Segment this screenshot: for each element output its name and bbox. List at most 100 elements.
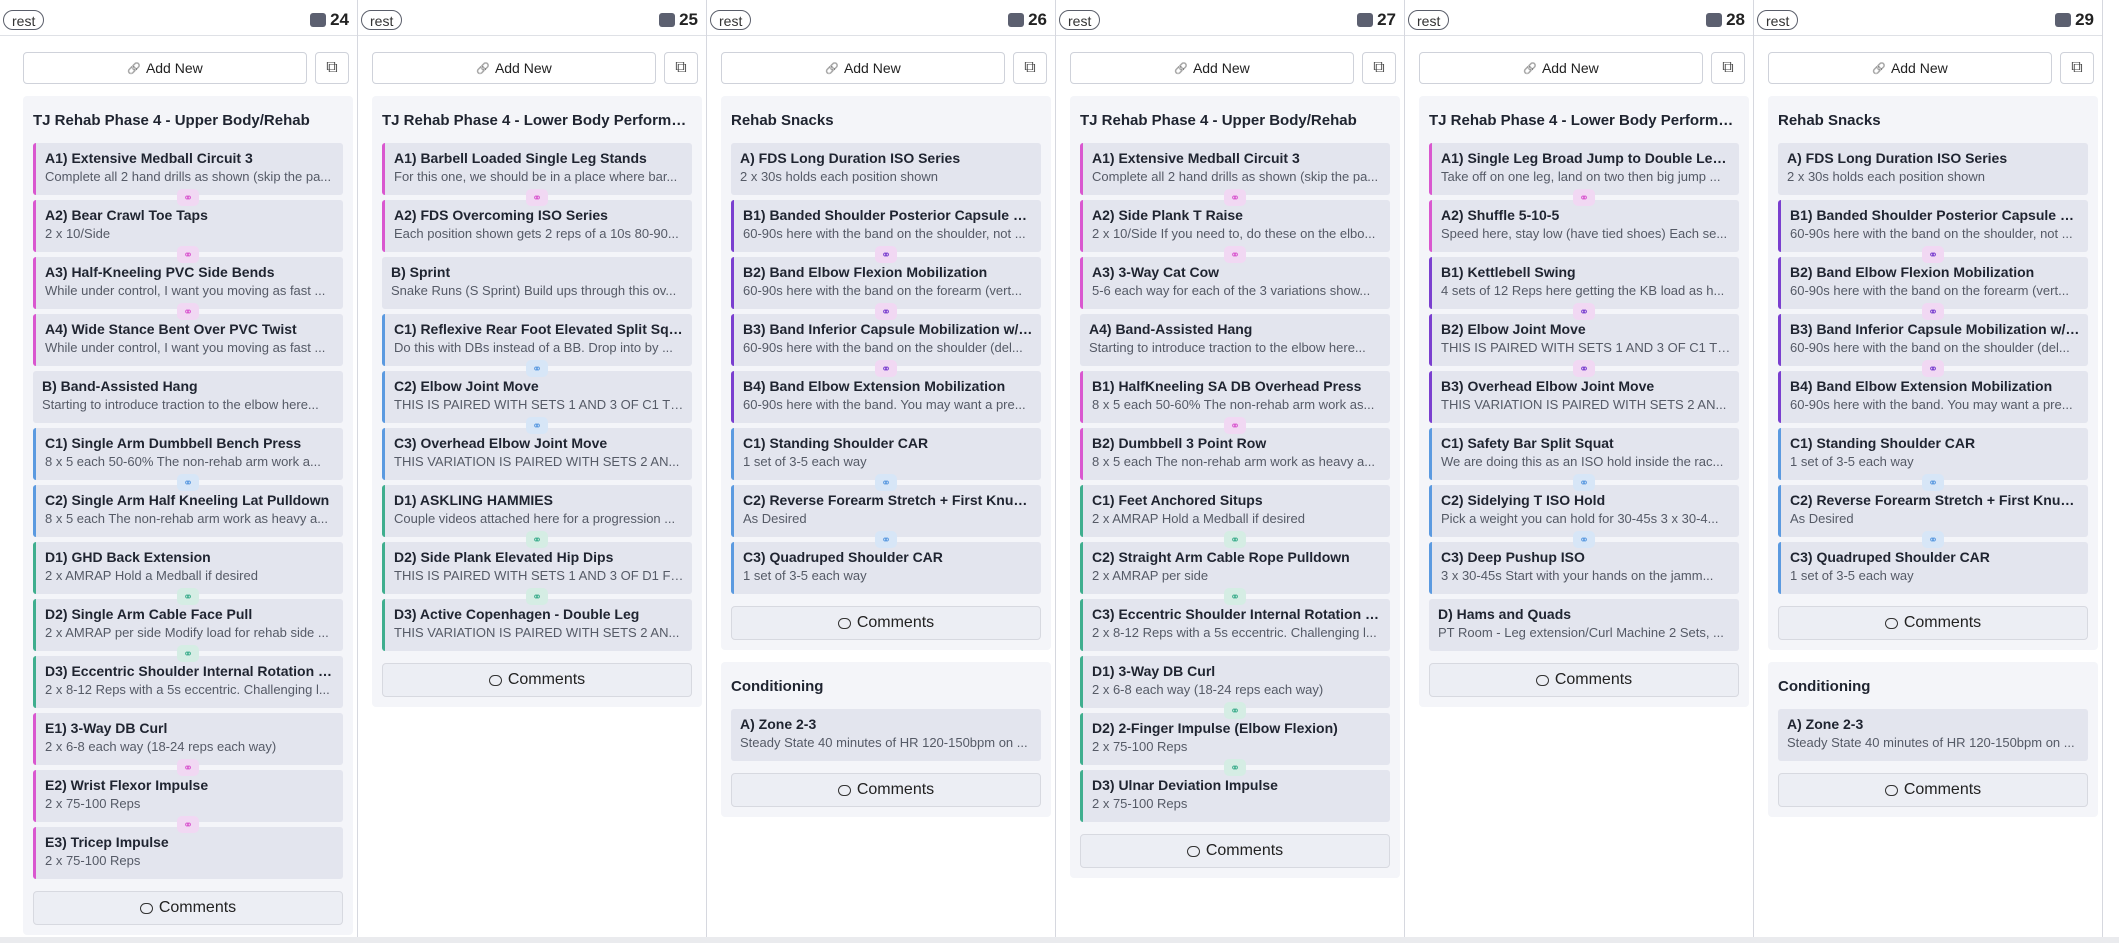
exercise-card[interactable]: A2) Shuffle 5-10-5 Speed here, stay low (… bbox=[1429, 200, 1739, 252]
superset-link-icon[interactable]: ⚭ bbox=[177, 645, 199, 662]
exercise-card[interactable]: C1) Safety Bar Split Squat We are doing t… bbox=[1429, 428, 1739, 480]
exercise-card[interactable]: C2) Sidelying T ISO Hold Pick a weight yo… bbox=[1429, 485, 1739, 537]
rest-tag[interactable]: rest bbox=[1059, 10, 1101, 30]
superset-link-icon[interactable]: ⚭ bbox=[1224, 189, 1246, 206]
superset-link-icon[interactable]: ⚭ bbox=[1224, 759, 1246, 776]
exercise-card[interactable]: C3) Quadruped Shoulder CAR 1 set of 3-5 e… bbox=[731, 542, 1041, 594]
rest-tag[interactable]: rest bbox=[1408, 10, 1450, 30]
superset-link-icon[interactable]: ⚭ bbox=[1224, 702, 1246, 719]
exercise-card[interactable]: B4) Band Elbow Extension Mobilization 60-… bbox=[731, 371, 1041, 423]
exercise-card[interactable]: C2) Single Arm Half Kneeling Lat Pulldow… bbox=[33, 485, 343, 537]
exercise-card[interactable]: A1) Extensive Medball Circuit 3 Complete … bbox=[33, 143, 343, 195]
exercise-card[interactable]: E3) Tricep Impulse 2 x 75-100 Reps bbox=[33, 827, 343, 879]
superset-link-icon[interactable]: ⚭ bbox=[177, 759, 199, 776]
rest-tag[interactable]: rest bbox=[1757, 10, 1799, 30]
superset-link-icon[interactable]: ⚭ bbox=[875, 246, 897, 263]
superset-link-icon[interactable]: ⚭ bbox=[177, 189, 199, 206]
superset-link-icon[interactable]: ⚭ bbox=[1573, 303, 1595, 320]
comments-button[interactable]: Comments bbox=[731, 773, 1041, 807]
superset-link-icon[interactable]: ⚭ bbox=[1224, 588, 1246, 605]
copy-icon[interactable]: ⧉ bbox=[2060, 52, 2094, 84]
exercise-card[interactable]: A1) Single Leg Broad Jump to Double Leg … bbox=[1429, 143, 1739, 195]
exercise-card[interactable]: B2) Band Elbow Flexion Mobilization 60-90… bbox=[1778, 257, 2088, 309]
superset-link-icon[interactable]: ⚭ bbox=[177, 474, 199, 491]
exercise-card[interactable]: B2) Dumbbell 3 Point Row 8 x 5 each The n… bbox=[1080, 428, 1390, 480]
comments-button[interactable]: Comments bbox=[382, 663, 692, 697]
exercise-card[interactable]: B) Sprint Snake Runs (S Sprint) Build ups… bbox=[382, 257, 692, 309]
exercise-card[interactable]: D2) Single Arm Cable Face Pull 2 x AMRAP … bbox=[33, 599, 343, 651]
exercise-card[interactable]: C3) Deep Pushup ISO 3 x 30-45s Start with… bbox=[1429, 542, 1739, 594]
note-icon[interactable] bbox=[1706, 13, 1723, 27]
comments-button[interactable]: Comments bbox=[1778, 606, 2088, 640]
add-new-button[interactable]: 🔗 Add New bbox=[1768, 52, 2052, 84]
add-new-button[interactable]: 🔗 Add New bbox=[372, 52, 656, 84]
exercise-card[interactable]: A) Zone 2-3 Steady State 40 minutes of HR… bbox=[1778, 709, 2088, 761]
copy-icon[interactable]: ⧉ bbox=[664, 52, 698, 84]
add-new-button[interactable]: 🔗 Add New bbox=[1419, 52, 1703, 84]
add-new-button[interactable]: 🔗 Add New bbox=[721, 52, 1005, 84]
exercise-card[interactable]: C2) Reverse Forearm Stretch + First Knuc… bbox=[1778, 485, 2088, 537]
horizontal-scrollbar[interactable] bbox=[0, 937, 2119, 943]
exercise-card[interactable]: C1) Standing Shoulder CAR 1 set of 3-5 ea… bbox=[1778, 428, 2088, 480]
note-icon[interactable] bbox=[1357, 13, 1374, 27]
exercise-card[interactable]: D2) Side Plank Elevated Hip Dips THIS IS … bbox=[382, 542, 692, 594]
exercise-card[interactable]: A2) Side Plank T Raise 2 x 10/Side If you… bbox=[1080, 200, 1390, 252]
exercise-card[interactable]: D) Hams and Quads PT Room - Leg extension… bbox=[1429, 599, 1739, 651]
exercise-card[interactable]: A2) Bear Crawl Toe Taps 2 x 10/Side bbox=[33, 200, 343, 252]
exercise-card[interactable]: A4) Band-Assisted Hang Starting to introd… bbox=[1080, 314, 1390, 366]
superset-link-icon[interactable]: ⚭ bbox=[1922, 531, 1944, 548]
comments-button[interactable]: Comments bbox=[33, 891, 343, 925]
exercise-card[interactable]: A4) Wide Stance Bent Over PVC Twist While… bbox=[33, 314, 343, 366]
superset-link-icon[interactable]: ⚭ bbox=[1922, 474, 1944, 491]
comments-button[interactable]: Comments bbox=[1429, 663, 1739, 697]
note-icon[interactable] bbox=[1008, 13, 1025, 27]
rest-tag[interactable]: rest bbox=[3, 10, 45, 30]
exercise-card[interactable]: D1) GHD Back Extension 2 x AMRAP Hold a M… bbox=[33, 542, 343, 594]
superset-link-icon[interactable]: ⚭ bbox=[1573, 189, 1595, 206]
exercise-card[interactable]: B1) Banded Shoulder Posterior Capsule Mo… bbox=[1778, 200, 2088, 252]
note-icon[interactable] bbox=[659, 13, 676, 27]
exercise-card[interactable]: B3) Band Inferior Capsule Mobilization w… bbox=[1778, 314, 2088, 366]
exercise-card[interactable]: C1) Single Arm Dumbbell Bench Press 8 x 5… bbox=[33, 428, 343, 480]
exercise-card[interactable]: A3) 3-Way Cat Cow 5-6 each way for each o… bbox=[1080, 257, 1390, 309]
add-new-button[interactable]: 🔗 Add New bbox=[23, 52, 307, 84]
superset-link-icon[interactable]: ⚭ bbox=[1573, 474, 1595, 491]
exercise-card[interactable]: C3) Overhead Elbow Joint Move THIS VARIAT… bbox=[382, 428, 692, 480]
exercise-card[interactable]: D2) 2-Finger Impulse (Elbow Flexion) 2 x … bbox=[1080, 713, 1390, 765]
add-new-button[interactable]: 🔗 Add New bbox=[1070, 52, 1354, 84]
rest-tag[interactable]: rest bbox=[710, 10, 752, 30]
exercise-card[interactable]: C2) Straight Arm Cable Rope Pulldown 2 x … bbox=[1080, 542, 1390, 594]
exercise-card[interactable]: B2) Elbow Joint Move THIS IS PAIRED WITH … bbox=[1429, 314, 1739, 366]
superset-link-icon[interactable]: ⚭ bbox=[1224, 417, 1246, 434]
comments-button[interactable]: Comments bbox=[1080, 834, 1390, 868]
superset-link-icon[interactable]: ⚭ bbox=[526, 531, 548, 548]
exercise-card[interactable]: E1) 3-Way DB Curl 2 x 6-8 each way (18-24… bbox=[33, 713, 343, 765]
exercise-card[interactable]: A3) Half-Kneeling PVC Side Bends While un… bbox=[33, 257, 343, 309]
superset-link-icon[interactable]: ⚭ bbox=[875, 303, 897, 320]
copy-icon[interactable]: ⧉ bbox=[1362, 52, 1396, 84]
exercise-card[interactable]: B) Band-Assisted Hang Starting to introdu… bbox=[33, 371, 343, 423]
comments-button[interactable]: Comments bbox=[731, 606, 1041, 640]
superset-link-icon[interactable]: ⚭ bbox=[177, 816, 199, 833]
exercise-card[interactable]: C1) Reflexive Rear Foot Elevated Split S… bbox=[382, 314, 692, 366]
superset-link-icon[interactable]: ⚭ bbox=[1922, 303, 1944, 320]
exercise-card[interactable]: C2) Elbow Joint Move THIS IS PAIRED WITH … bbox=[382, 371, 692, 423]
note-icon[interactable] bbox=[2055, 13, 2072, 27]
exercise-card[interactable]: D3) Ulnar Deviation Impulse 2 x 75-100 Re… bbox=[1080, 770, 1390, 822]
exercise-card[interactable]: A1) Extensive Medball Circuit 3 Complete … bbox=[1080, 143, 1390, 195]
superset-link-icon[interactable]: ⚭ bbox=[177, 246, 199, 263]
exercise-card[interactable]: A) FDS Long Duration ISO Series 2 x 30s h… bbox=[1778, 143, 2088, 195]
exercise-card[interactable]: B4) Band Elbow Extension Mobilization 60-… bbox=[1778, 371, 2088, 423]
copy-icon[interactable]: ⧉ bbox=[1013, 52, 1047, 84]
superset-link-icon[interactable]: ⚭ bbox=[526, 417, 548, 434]
exercise-card[interactable]: D1) 3-Way DB Curl 2 x 6-8 each way (18-24… bbox=[1080, 656, 1390, 708]
exercise-card[interactable]: C3) Quadruped Shoulder CAR 1 set of 3-5 e… bbox=[1778, 542, 2088, 594]
comments-button[interactable]: Comments bbox=[1778, 773, 2088, 807]
exercise-card[interactable]: E2) Wrist Flexor Impulse 2 x 75-100 Reps bbox=[33, 770, 343, 822]
superset-link-icon[interactable]: ⚭ bbox=[1573, 360, 1595, 377]
superset-link-icon[interactable]: ⚭ bbox=[875, 474, 897, 491]
exercise-card[interactable]: A1) Barbell Loaded Single Leg Stands For … bbox=[382, 143, 692, 195]
copy-icon[interactable]: ⧉ bbox=[1711, 52, 1745, 84]
exercise-card[interactable]: A) FDS Long Duration ISO Series 2 x 30s h… bbox=[731, 143, 1041, 195]
exercise-card[interactable]: C3) Eccentric Shoulder Internal Rotation… bbox=[1080, 599, 1390, 651]
